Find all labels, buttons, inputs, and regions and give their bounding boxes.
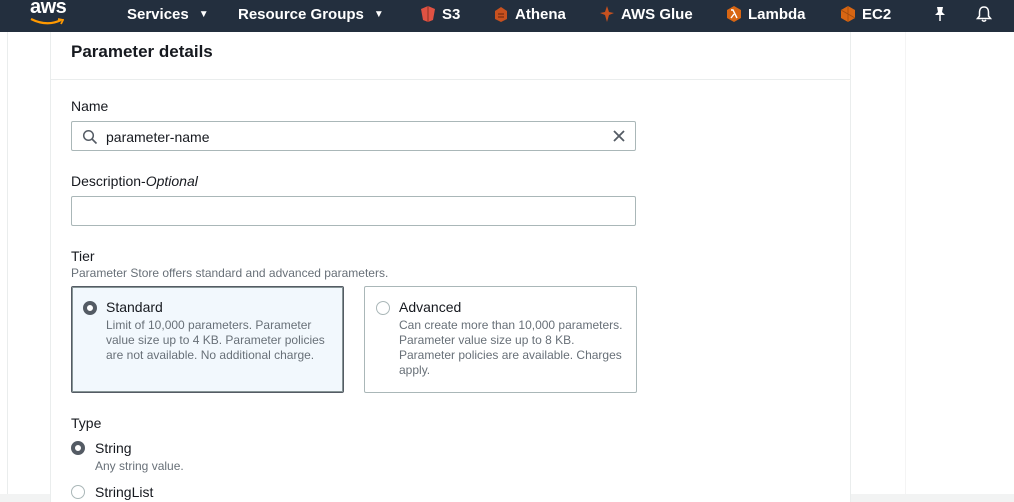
tier-tile-advanced[interactable]: Advanced Can create more than 10,000 par… [364,286,637,393]
shortcut-label: Lambda [748,5,806,23]
radio-standard[interactable] [83,301,97,315]
pin-icon [935,7,945,21]
aws-smile-icon [30,18,64,25]
shortcut-ec2[interactable]: EC2 [840,0,891,28]
shortcut-label: S3 [442,5,461,23]
name-input[interactable]: parameter-name [71,121,636,151]
divider [905,32,906,494]
divider [7,32,8,494]
description-label: Description-Optional [71,173,198,189]
tier-label: Tier [71,248,95,264]
option-title: String [95,440,132,456]
chevron-down-icon: ▼ [373,8,384,20]
radio-string[interactable] [71,441,85,455]
option-description: Any string value. [95,459,184,473]
radio-advanced[interactable] [376,301,390,315]
notifications-button[interactable] [975,0,993,28]
name-input-value: parameter-name [106,129,210,145]
tile-title: Standard [106,299,163,315]
glue-icon [600,6,614,22]
shortcut-label: EC2 [862,5,892,23]
type-label: Type [71,415,102,431]
bell-icon [975,6,993,22]
tile-description: Can create more than 10,000 parameters. … [399,318,623,377]
shortcut-athena[interactable]: Athena [493,0,566,28]
clear-icon[interactable] [611,128,627,144]
athena-icon [495,7,507,22]
aws-logo-text: aws [30,0,67,18]
chevron-down-icon: ▼ [198,8,209,20]
right-gutter [851,32,1014,494]
tier-hint: Parameter Store offers standard and adva… [71,266,389,280]
description-label-text: Description- [71,173,146,189]
tier-tile-standard[interactable]: Standard Limit of 10,000 parameters. Par… [71,286,344,393]
lambda-icon [727,6,741,22]
shortcut-label: AWS Glue [621,5,693,23]
tile-description: Limit of 10,000 parameters. Parameter va… [106,318,325,362]
top-navigation-bar: aws Services ▼ Resource Groups ▼ S3 Athe… [0,0,1014,32]
ec2-icon [840,6,856,22]
services-label: Services [127,5,189,23]
shortcut-s3[interactable]: S3 [420,0,460,28]
shortcut-lambda[interactable]: Lambda [726,0,806,28]
aws-logo[interactable]: aws [30,0,76,26]
option-title: StringList [95,484,154,500]
resource-groups-label: Resource Groups [238,5,364,23]
name-label: Name [71,98,109,114]
parameter-details-panel: Parameter details Name parameter-name De… [50,32,851,502]
optional-label: Optional [145,173,198,189]
pin-button[interactable] [933,0,947,28]
resource-groups-menu[interactable]: Resource Groups ▼ [238,0,384,28]
tile-title: Advanced [399,299,462,315]
description-input[interactable] [71,196,636,226]
shortcut-label: Athena [515,5,566,23]
shortcut-glue[interactable]: AWS Glue [599,0,693,28]
panel-title: Parameter details [71,42,213,61]
services-menu[interactable]: Services ▼ [127,0,209,28]
s3-icon [421,6,435,22]
search-icon [82,129,98,145]
panel-header: Parameter details [51,32,850,80]
radio-stringlist[interactable] [71,485,85,499]
